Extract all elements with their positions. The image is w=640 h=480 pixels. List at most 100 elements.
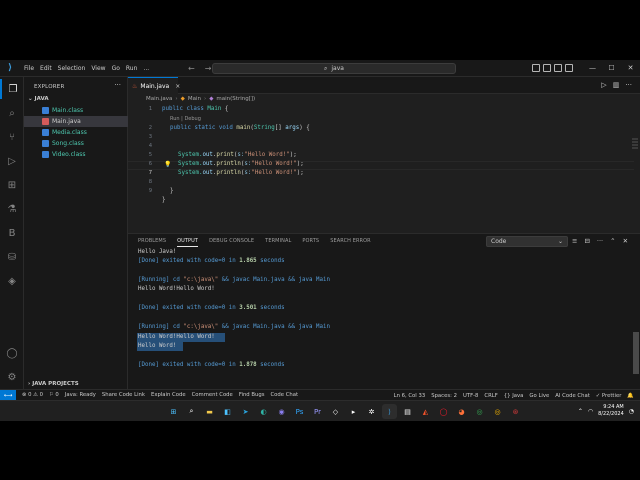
stack-icon[interactable]: ◈ (0, 271, 24, 291)
brave-icon[interactable]: ◭ (418, 404, 433, 419)
run-debug-icon[interactable]: ▷ (0, 151, 24, 171)
tab-problems[interactable]: PROBLEMS (138, 238, 166, 247)
comment-code[interactable]: Comment Code (192, 392, 233, 398)
clock[interactable]: 9:24 AM 8/22/2024 (598, 404, 624, 418)
manage-gear-icon[interactable]: ⚙ (0, 367, 24, 387)
find-bugs[interactable]: Find Bugs (239, 392, 265, 398)
more-actions-icon[interactable]: ··· (597, 237, 603, 245)
breadcrumb-class[interactable]: Main (188, 96, 201, 102)
notifications-icon[interactable]: ◔ (629, 408, 634, 415)
tab-debug-console[interactable]: DEBUG CONSOLE (209, 238, 254, 247)
line-ending[interactable]: CRLF (484, 393, 497, 399)
lock-icon[interactable]: ⊟ (584, 237, 589, 245)
output-channel-select[interactable]: Code ⌄ (486, 236, 568, 247)
customize-layout-icon[interactable] (565, 64, 573, 72)
split-editor-icon[interactable]: ▥ (613, 81, 620, 89)
maximize-button[interactable]: ☐ (602, 60, 621, 77)
tab-search-error[interactable]: SEARCH ERROR (330, 238, 371, 247)
notifications-bell-icon[interactable]: 🔔 (627, 393, 634, 399)
minimize-button[interactable]: — (583, 60, 602, 77)
java-status[interactable]: Java: Ready (65, 392, 96, 398)
toggle-sidebar-icon[interactable] (532, 64, 540, 72)
telegram-icon[interactable]: ➤ (238, 404, 253, 419)
file-main-class[interactable]: Main.class (24, 105, 128, 116)
account-icon[interactable]: ◯ (0, 343, 24, 363)
windows-start-icon[interactable]: ⊞ (166, 404, 181, 419)
menu-selection[interactable]: Selection (55, 60, 89, 77)
source-control-icon[interactable]: ⑂ (0, 127, 24, 147)
close-window-button[interactable]: ✕ (621, 60, 640, 77)
problems-status[interactable]: ⊗ 0 ⚠ 0 (22, 392, 43, 398)
cursor-position[interactable]: Ln 6, Col 33 (394, 393, 426, 399)
file-explorer-icon[interactable]: ▬ (202, 404, 217, 419)
menu-view[interactable]: View (88, 60, 108, 77)
tab-terminal[interactable]: TERMINAL (265, 238, 291, 247)
more-actions-icon[interactable]: ··· (114, 81, 121, 89)
remote-window-icon[interactable]: ⟷ (0, 389, 16, 401)
indentation[interactable]: Spaces: 2 (431, 393, 457, 399)
explain-code[interactable]: Explain Code (151, 392, 186, 398)
lightbulb-icon[interactable]: 💡 (164, 161, 171, 168)
breadcrumb-file[interactable]: Main.java (146, 96, 172, 102)
toggle-panel-icon[interactable] (543, 64, 551, 72)
prettier[interactable]: ✓ Prettier (596, 393, 622, 399)
maximize-panel-icon[interactable]: ⌃ (610, 237, 615, 245)
list-filter-icon[interactable]: ≡ (572, 237, 577, 245)
file-media-class[interactable]: Media.class (24, 127, 128, 138)
java-projects-section[interactable]: › JAVA PROJECTS (28, 381, 79, 387)
codelens-run-debug[interactable]: Run | Debug (170, 116, 201, 122)
toggle-secondary-sidebar-icon[interactable] (554, 64, 562, 72)
app-icon[interactable]: ⊛ (508, 404, 523, 419)
tab-main-java[interactable]: ♨ Main.java × (128, 77, 180, 94)
share-code-link[interactable]: Share Code Link (102, 392, 145, 398)
breadcrumb-method[interactable]: main(String[]) (216, 96, 255, 102)
menu-more[interactable]: ... (140, 60, 152, 77)
panel-scrollbar[interactable] (633, 332, 639, 374)
tab-ports[interactable]: PORTS (302, 238, 319, 247)
teams-icon[interactable]: ◉ (274, 404, 289, 419)
file-video-class[interactable]: Video.class (24, 149, 128, 160)
extensions-icon[interactable]: ⊞ (0, 175, 24, 195)
command-center-search[interactable]: ⌕ java (212, 63, 456, 74)
photoshop-icon[interactable]: Ps (292, 404, 307, 419)
back-arrow-icon[interactable]: ← (188, 64, 195, 73)
premiere-icon[interactable]: Pr (310, 404, 325, 419)
language-mode[interactable]: {} Java (504, 393, 524, 399)
go-live[interactable]: Go Live (529, 393, 549, 399)
menu-go[interactable]: Go (109, 60, 123, 77)
chrome-dev-icon[interactable]: ◎ (490, 404, 505, 419)
wifi-icon[interactable]: ◠ (588, 408, 593, 415)
edge-icon[interactable]: ◐ (256, 404, 271, 419)
ports-status[interactable]: ⚐ 0 (49, 392, 59, 398)
terminal-icon[interactable]: ▤ (400, 404, 415, 419)
search-icon[interactable]: ⌕ (184, 404, 199, 419)
search-view-icon[interactable]: ⌕ (0, 103, 24, 123)
file-main-java[interactable]: Main.java (24, 116, 128, 127)
menu-edit[interactable]: Edit (37, 60, 55, 77)
menu-file[interactable]: File (21, 60, 37, 77)
file-song-class[interactable]: Song.class (24, 138, 128, 149)
vscode-taskbar-icon[interactable]: ⟩ (382, 404, 397, 419)
blackbox-icon[interactable]: B (0, 223, 24, 243)
store-icon[interactable]: ◇ (328, 404, 343, 419)
database-icon[interactable]: ⛁ (0, 247, 24, 267)
chrome-icon[interactable]: ◎ (472, 404, 487, 419)
menu-run[interactable]: Run (123, 60, 141, 77)
chevron-up-icon[interactable]: ⌃ (578, 408, 583, 415)
close-panel-icon[interactable]: ✕ (623, 237, 628, 245)
run-code-icon[interactable]: ▷ (601, 81, 606, 89)
media-player-icon[interactable]: ▸ (346, 404, 361, 419)
close-tab-icon[interactable]: × (175, 83, 180, 90)
ai-code-chat[interactable]: AI Code Chat (555, 393, 590, 399)
folder-java[interactable]: ⌄ JAVA (28, 96, 49, 102)
testing-icon[interactable]: ⚗ (0, 199, 24, 219)
code-chat[interactable]: Code Chat (270, 392, 298, 398)
code-icon[interactable]: ◧ (220, 404, 235, 419)
more-actions-icon[interactable]: ··· (625, 81, 632, 89)
tab-output[interactable]: OUTPUT (177, 238, 199, 247)
minimap[interactable] (632, 138, 638, 228)
settings-icon[interactable]: ✲ (364, 404, 379, 419)
explorer-icon[interactable]: ❐ (0, 79, 24, 99)
opera-icon[interactable]: ◯ (436, 404, 451, 419)
encoding[interactable]: UTF-8 (463, 393, 478, 399)
